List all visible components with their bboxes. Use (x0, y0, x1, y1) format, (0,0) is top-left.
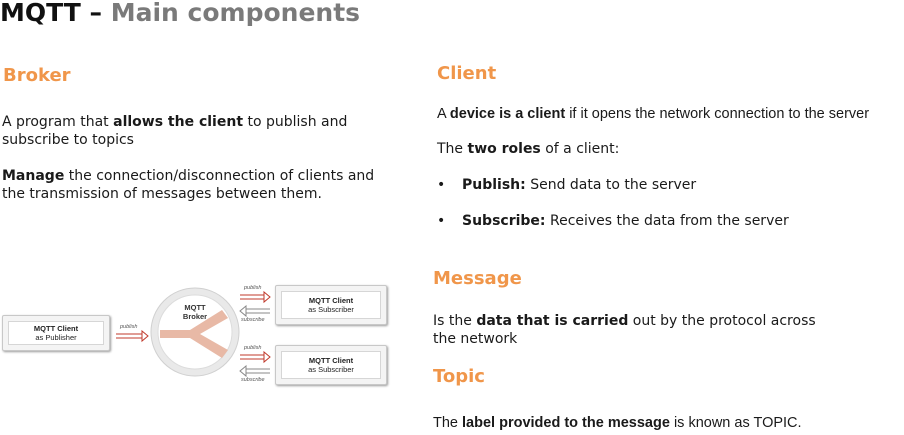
publish-arrow-in (116, 329, 149, 343)
text: A (437, 106, 450, 122)
text: Receives the data from the server (545, 213, 789, 229)
text-bold: two roles (467, 141, 541, 157)
text-bold: data that is carried (476, 313, 629, 329)
text-bold: MQTT Client (33, 324, 79, 333)
text: Is the (433, 313, 477, 329)
broker-heading: Broker (3, 65, 71, 86)
bullet-icon: • (437, 177, 446, 193)
subscribe-arrow-top (239, 304, 270, 318)
text: The (437, 141, 468, 157)
publisher-box: MQTT Client as Publisher (2, 315, 110, 351)
text: is known as TOPIC. (669, 415, 802, 431)
text: as Subscriber (308, 365, 354, 374)
client-heading: Client (437, 63, 497, 84)
title-dash: – (80, 0, 111, 27)
subscriber-box-top: MQTT Client as Subscriber (275, 285, 387, 325)
text: if it opens the network connection to th… (565, 106, 870, 122)
publish-arrow-top (240, 290, 271, 304)
subscriber-box-bottom: MQTT Client as Subscriber (275, 345, 387, 385)
client-bullet-publish: • Publish: Send data to the server (437, 176, 696, 194)
message-heading: Message (433, 268, 522, 289)
text: Send data to the server (525, 177, 697, 193)
title-sub: Main components (110, 0, 361, 27)
client-description: A device is a client if it opens the net… (437, 105, 904, 123)
text: of a client: (540, 141, 620, 157)
text-bold: MQTT Client (308, 296, 354, 305)
publish-arrow-bottom (240, 350, 271, 364)
text: MQTT (184, 303, 206, 312)
client-roles-intro: The two roles of a client: (437, 140, 619, 158)
publish-label-in: publish (120, 324, 138, 330)
text-bold: Subscribe: (462, 213, 546, 229)
topic-heading: Topic (433, 366, 485, 387)
title-main: MQTT (0, 0, 81, 27)
text: as Publisher (35, 333, 77, 342)
text: as Subscriber (308, 305, 354, 314)
message-description: Is the data that is carried out by the p… (433, 312, 843, 348)
broker-description: A program that allows the client to publ… (2, 113, 377, 149)
broker-label: MQTT Broker (170, 303, 220, 321)
client-bullet-subscribe: • Subscribe: Receives the data from the … (437, 212, 789, 230)
publish-label-top: publish (244, 285, 262, 291)
text: The (433, 415, 463, 431)
broker-manage: Manage the connection/disconnection of c… (2, 167, 392, 203)
topic-description: The label provided to the message is kno… (433, 414, 802, 432)
text: Broker (182, 312, 208, 321)
subscribe-label-bottom: subscribe (241, 377, 265, 383)
text-bold: MQTT Client (308, 356, 354, 365)
subscribe-arrow-bottom (239, 364, 270, 378)
text-bold: Publish: (462, 177, 526, 193)
bullet-icon: • (437, 213, 446, 229)
text-bold: label provided to the message (462, 415, 670, 431)
text: A program that (2, 114, 114, 130)
text-bold: Manage (2, 168, 65, 184)
text-bold: device is a client (449, 106, 566, 122)
page-title: MQTT – Main components (0, 0, 360, 27)
subscribe-label-top: subscribe (241, 317, 265, 323)
mqtt-diagram: MQTT Broker MQTT Client as Publisher MQT… (0, 280, 392, 392)
text-bold: allows the client (113, 114, 244, 130)
publish-label-bottom: publish (244, 345, 262, 351)
